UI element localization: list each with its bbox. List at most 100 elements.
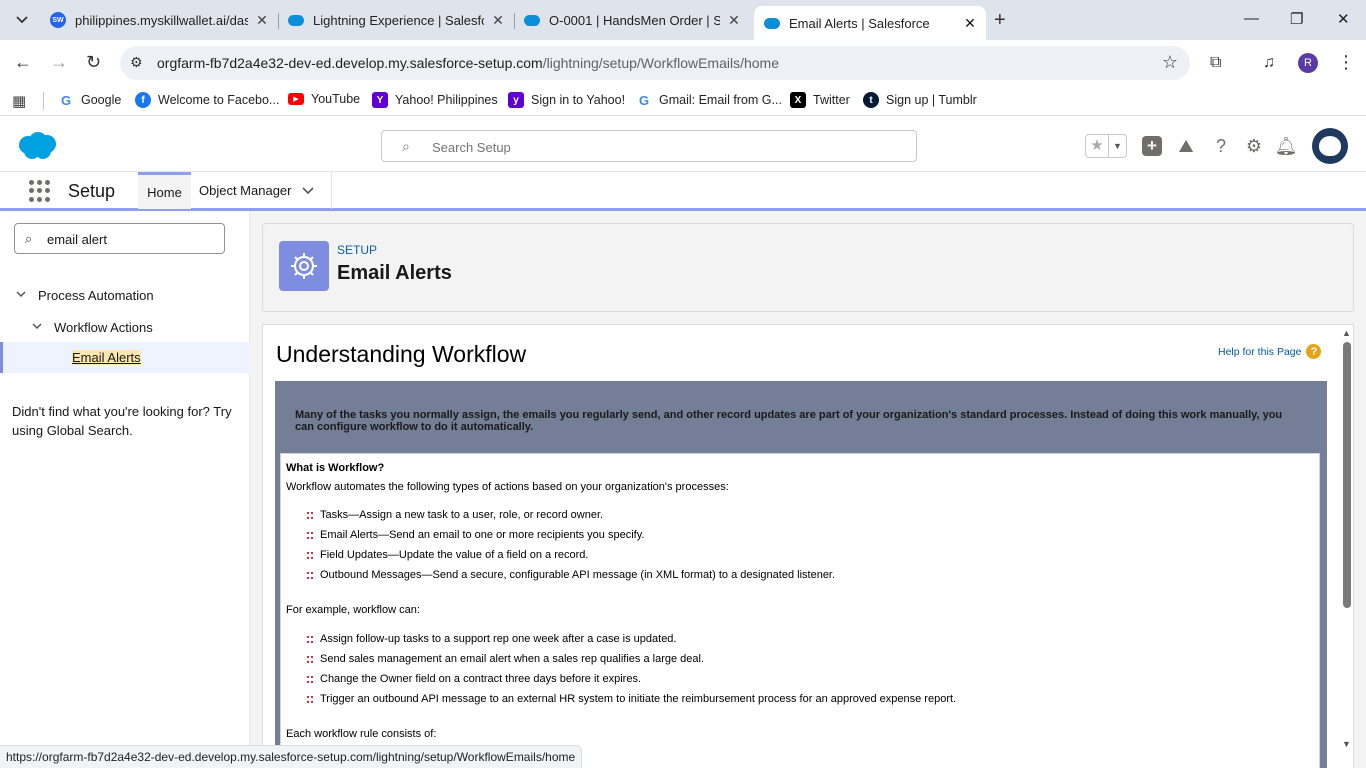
intro-box: Many of the tasks you normally assign, t… — [275, 381, 1327, 768]
bookmarks-bar: ▦ G Google f Welcome to Facebo... ▶ YouTube… — [0, 86, 1366, 116]
help-question-icon[interactable]: ? — [1306, 344, 1322, 359]
media-control-icon[interactable]: ♫ — [1263, 54, 1275, 72]
yahoo-icon: Y — [372, 92, 388, 108]
extensions-icon[interactable]: ⧉ — [1210, 54, 1221, 72]
list-item: Tasks—Assign a new task to a user, role,… — [307, 509, 603, 521]
setup-search-input[interactable] — [432, 137, 892, 157]
bookmark-google[interactable]: G Google — [58, 92, 121, 108]
tree-item-workflow-actions[interactable]: Workflow Actions — [32, 320, 153, 335]
what-is-workflow-text: Workflow automates the following types o… — [286, 481, 729, 493]
browser-tab-bar: SW philippines.myskillwallet.ai/dash ✕ L… — [0, 0, 1366, 40]
favorites-dropdown-icon[interactable]: ▼ — [1108, 135, 1126, 157]
salesforce-logo[interactable] — [16, 131, 58, 161]
tree-item-process-automation[interactable]: Process Automation — [16, 288, 154, 303]
search-icon: ⌕ — [402, 138, 410, 154]
profile-avatar[interactable]: R — [1298, 53, 1318, 73]
user-avatar[interactable] — [1312, 128, 1348, 164]
main-content: SETUP Email Alerts Understanding Workflo… — [250, 211, 1366, 768]
tab-title: philippines.myskillwallet.ai/dash — [75, 12, 248, 28]
bookmark-separator — [43, 92, 44, 110]
forward-arrow-icon[interactable]: → — [50, 52, 68, 73]
chevron-down-icon[interactable] — [301, 186, 314, 195]
quick-find-input[interactable] — [47, 230, 217, 248]
browser-tab-1[interactable]: SW philippines.myskillwallet.ai/dash ✕ — [40, 6, 278, 34]
tab-title: O-0001 | HandsMen Order | Sal — [549, 12, 720, 28]
skillwallet-icon: SW — [50, 12, 66, 28]
new-tab-button[interactable]: + — [994, 9, 1006, 32]
bookmark-youtube[interactable]: ▶ YouTube — [288, 92, 360, 106]
browser-tab-active[interactable]: Email Alerts | Salesforce ✕ — [754, 6, 986, 40]
google-icon: G — [636, 92, 652, 108]
setup-sidebar: ⌕ Process Automation Workflow Actions Em… — [0, 211, 250, 768]
close-tab-icon[interactable]: ✕ — [254, 12, 270, 29]
salesforce-cloud-icon — [524, 12, 540, 28]
tab-title: Email Alerts | Salesforce — [789, 15, 930, 31]
setup-app-title: Setup — [68, 181, 116, 201]
content-title: Understanding Workflow — [276, 341, 527, 367]
browser-tab-3[interactable]: O-0001 | HandsMen Order | Sal ✕ — [514, 6, 750, 34]
reload-icon[interactable]: ↻ — [86, 52, 101, 73]
back-arrow-icon[interactable]: ← — [14, 52, 32, 73]
bookmark-twitter[interactable]: X Twitter — [790, 92, 850, 108]
google-icon: G — [58, 92, 74, 108]
notifications-bell-icon[interactable]: 🔔︎ — [1274, 134, 1298, 158]
minimize-icon[interactable]: — — [1244, 10, 1259, 27]
tree-item-email-alerts[interactable]: Email Alerts — [0, 342, 250, 373]
browser-menu-icon[interactable]: ⋮ — [1337, 52, 1355, 73]
list-item: Change the Owner field on a contract thr… — [307, 673, 641, 685]
close-tab-icon[interactable]: ✕ — [490, 12, 506, 29]
tab-search-dropdown[interactable] — [8, 7, 36, 33]
setup-gear-icon[interactable]: ⚙ — [1242, 134, 1266, 158]
bookmark-star-icon[interactable]: ☆ — [1162, 52, 1178, 73]
rule-intro: Each workflow rule consists of: — [286, 728, 437, 740]
scroll-thumb[interactable] — [1343, 342, 1351, 608]
bear-avatar-icon — [1319, 136, 1341, 156]
tab-object-manager[interactable]: Object Manager — [191, 172, 332, 209]
search-icon: ⌕ — [25, 231, 33, 246]
list-item: Trigger an outbound API message to an ex… — [307, 693, 956, 705]
close-tab-icon[interactable]: ✕ — [726, 12, 742, 29]
tab-home[interactable]: Home — [138, 172, 191, 209]
site-info-icon[interactable]: ⚙ — [130, 54, 143, 71]
global-actions-icon[interactable]: + — [1140, 134, 1164, 158]
intro-text: Many of the tasks you normally assign, t… — [295, 409, 1283, 433]
favorites-star-icon[interactable]: ★ — [1086, 135, 1108, 157]
favorites-widget[interactable]: ★ ▼ — [1085, 134, 1127, 158]
email-alerts-link[interactable]: Email Alerts — [72, 350, 141, 365]
example-intro: For example, workflow can: — [286, 604, 420, 616]
bookmark-yahoo-signin[interactable]: y Sign in to Yahoo! — [508, 92, 625, 108]
omnibox[interactable]: ⚙ orgfarm-fb7d2a4e32-dev-ed.develop.my.s… — [120, 46, 1190, 80]
salesforce-cloud-icon — [764, 15, 780, 31]
global-search-hint: Didn't find what you're looking for? Try… — [12, 404, 232, 438]
content-scrollbar[interactable]: ▲ ▼ — [1340, 325, 1353, 768]
close-tab-icon[interactable]: ✕ — [962, 15, 978, 32]
list-item: Email Alerts—Send an email to one or mor… — [307, 529, 644, 541]
bookmark-gmail[interactable]: G Gmail: Email from G... — [636, 92, 782, 108]
bookmark-tumblr[interactable]: t Sign up | Tumblr — [863, 92, 977, 108]
window-close-icon[interactable]: ✕ — [1337, 10, 1350, 28]
browser-tab-2[interactable]: Lightning Experience | Salesforc ✕ — [278, 6, 514, 34]
scroll-down-icon[interactable]: ▼ — [1342, 739, 1351, 749]
help-icon[interactable]: ? — [1209, 134, 1233, 158]
link-status-bar: https://orgfarm-fb7d2a4e32-dev-ed.develo… — [0, 745, 583, 768]
bookmark-yahoo-philippines[interactable]: Y Yahoo! Philippines — [372, 92, 498, 108]
restore-icon[interactable]: ❐ — [1290, 10, 1303, 28]
chevron-down-icon[interactable] — [16, 290, 32, 301]
setup-navigation-bar: Setup Home Object Manager — [0, 171, 1366, 211]
quick-find-box[interactable]: ⌕ — [14, 223, 225, 254]
bookmark-facebook[interactable]: f Welcome to Facebo... — [135, 92, 279, 108]
apps-grid-icon[interactable]: ▦ — [12, 92, 26, 110]
list-item: Field Updates—Update the value of a fiel… — [307, 549, 588, 561]
help-for-page-link[interactable]: Help for this Page ? — [1218, 344, 1322, 359]
app-launcher-icon[interactable] — [29, 180, 51, 202]
tab-title: Lightning Experience | Salesforc — [313, 12, 484, 28]
chevron-down-icon[interactable] — [32, 322, 48, 333]
scroll-up-icon[interactable]: ▲ — [1342, 328, 1351, 338]
list-item: Outbound Messages—Send a secure, configu… — [307, 569, 835, 581]
address-bar-row: ← → ↻ ⚙ orgfarm-fb7d2a4e32-dev-ed.develo… — [0, 40, 1366, 86]
trailhead-icon[interactable]: ⛰ — [1174, 134, 1198, 158]
what-is-workflow-heading: What is Workflow? — [286, 462, 385, 474]
setup-gear-icon — [279, 241, 329, 291]
setup-search[interactable]: ⌕ — [381, 130, 917, 162]
url-text[interactable]: orgfarm-fb7d2a4e32-dev-ed.develop.my.sal… — [157, 55, 779, 71]
